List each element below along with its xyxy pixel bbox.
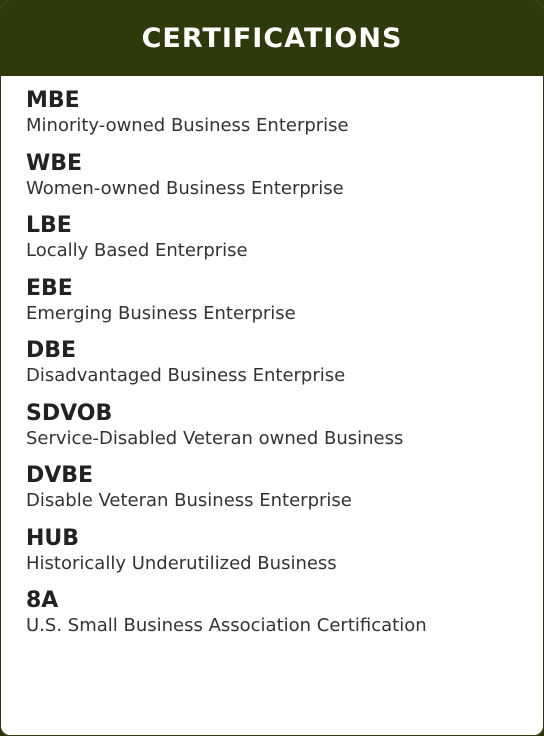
- certification-abbr: DVBE: [26, 463, 94, 488]
- certification-description: Historically Underutilized Business: [26, 552, 337, 574]
- certification-item-sdvob: SDVOB Service-Disabled Veteran owned Bus…: [26, 401, 543, 464]
- certification-item-hub: HUB Historically Underutilized Business: [26, 526, 543, 589]
- certification-description: Locally Based Enterprise: [26, 240, 248, 261]
- certification-abbr: DBE: [26, 338, 77, 363]
- certification-abbr: MBE: [26, 88, 80, 113]
- certification-abbr: WBE: [26, 150, 83, 176]
- certification-item-dvbe: DVBE Disable Veteran Business Enterprise: [26, 463, 543, 526]
- certification-item-lbe: LBE Locally Based Enterprise: [26, 213, 543, 276]
- card-title: CERTIFICATIONS: [141, 23, 403, 54]
- certification-item-8a: 8A U.S. Small Business Association Certi…: [26, 588, 543, 651]
- certification-abbr: EBE: [26, 275, 73, 301]
- certification-description: Women-owned Business Enterprise: [26, 177, 344, 199]
- card-header: CERTIFICATIONS: [1, 1, 543, 76]
- certification-description: Disadvantaged Business Enterprise: [26, 365, 346, 386]
- certification-abbr: HUB: [26, 525, 80, 551]
- certification-abbr: 8A: [26, 588, 59, 613]
- certification-abbr: SDVOB: [26, 400, 113, 426]
- certification-description: U.S. Small Business Association Certific…: [26, 615, 427, 636]
- certification-description: Service-Disabled Veteran owned Business: [26, 427, 404, 449]
- certification-description: Disable Veteran Business Enterprise: [26, 490, 352, 511]
- certification-item-mbe: MBE Minority-owned Business Enterprise: [26, 88, 543, 151]
- certifications-card: CERTIFICATIONS MBE Minority-owned Busine…: [0, 0, 544, 736]
- certification-item-ebe: EBE Emerging Business Enterprise: [26, 276, 543, 339]
- certification-description: Emerging Business Enterprise: [26, 302, 296, 324]
- certifications-list: MBE Minority-owned Business Enterprise W…: [1, 76, 543, 651]
- certification-abbr: LBE: [26, 213, 72, 238]
- certification-description: Minority-owned Business Enterprise: [26, 115, 349, 136]
- certification-item-wbe: WBE Women-owned Business Enterprise: [26, 151, 543, 214]
- certification-item-dbe: DBE Disadvantaged Business Enterprise: [26, 338, 543, 401]
